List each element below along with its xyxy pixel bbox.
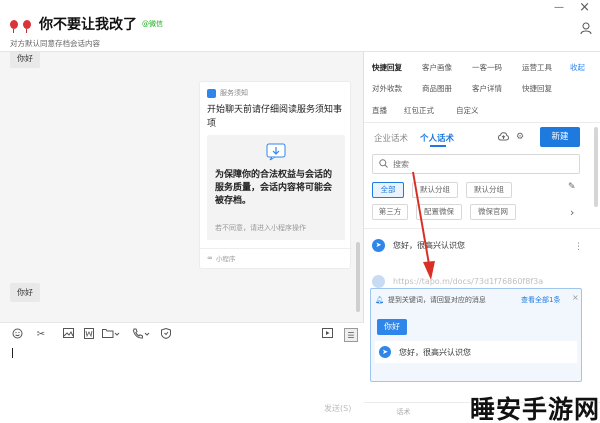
folder-icon[interactable] — [102, 328, 120, 342]
keyword-chip[interactable]: 你好 — [377, 319, 407, 335]
mini-program-label: 小程序 — [215, 255, 236, 263]
close-button[interactable]: × — [579, 0, 590, 15]
gear-icon[interactable]: ⚙ — [516, 132, 524, 142]
send-plane-icon: ➤ — [379, 346, 391, 358]
screenshot-scissors-icon[interactable]: ✂ — [34, 328, 48, 342]
panel-scrollbar[interactable] — [594, 127, 598, 207]
phone-icon[interactable] — [132, 328, 150, 342]
chip-all[interactable]: 全部 — [372, 182, 404, 198]
tab-one-code[interactable]: 一客一码 — [472, 62, 522, 73]
tool-tabs-row: 直播 红包正式 自定义 — [372, 105, 504, 116]
message-bubble[interactable]: 你好 — [10, 283, 40, 302]
mini-program-description: 为保障你的合法权益与会话的服务质量，会话内容将可能会被存档。 — [215, 170, 333, 206]
mini-program-header: 服务须知 — [207, 88, 248, 98]
archive-notice: 对方默认同意存档会话内容 — [10, 39, 100, 48]
message-input[interactable] — [0, 348, 364, 423]
chip-third-party[interactable]: 第三方 — [372, 204, 408, 220]
keyword-reply-popup: 🔔︎ 提到关键词，请回复对应的消息 查看全部1条 × 你好 ➤ 您好，很高兴认识… — [370, 288, 582, 382]
chevron-right-icon[interactable]: › — [570, 206, 574, 219]
tab-payment[interactable]: 对外收款 — [372, 83, 422, 94]
mini-program-title: 开始聊天前请仔细阅读服务须知事项 — [207, 105, 343, 129]
chat-title: 你不要让我改了 — [39, 17, 137, 33]
send-button[interactable]: 发送(S) — [324, 403, 351, 414]
message-bubble[interactable]: 你好 — [10, 52, 40, 68]
mini-program-card[interactable]: 服务须知 开始聊天前请仔细阅读服务须知事项 为保障你的合法权益与会话的服务质量，… — [199, 81, 352, 269]
chip-default-group-2[interactable]: 默认分组 — [466, 182, 512, 198]
active-tab-indicator — [430, 145, 446, 147]
close-popup-button[interactable]: × — [572, 293, 579, 302]
link-icon: ∞ — [207, 254, 213, 262]
mini-program-note: 若不同意，请进入小程序操作 — [215, 224, 306, 232]
tab-custom[interactable]: 自定义 — [456, 105, 504, 116]
collapse-link[interactable]: 收起 — [570, 62, 585, 73]
divider — [364, 122, 600, 123]
user-profile-icon[interactable] — [580, 22, 592, 38]
chip-weibao-site[interactable]: 微保官网 — [470, 204, 516, 220]
tab-quick-reply[interactable]: 快捷回复 — [372, 62, 422, 73]
script-tabs: 企业话术 个人话术 — [374, 132, 454, 144]
sidebar-toggle-icon[interactable]: ☰ — [344, 328, 358, 342]
edit-pencil-icon[interactable]: ✎ — [568, 182, 576, 192]
divider — [200, 248, 352, 249]
nav-tab-scripts[interactable]: 话术 — [364, 403, 443, 423]
tab-personal-scripts[interactable]: 个人话术 — [420, 132, 454, 144]
balloon-icon — [10, 19, 18, 33]
input-toolbar: ✂ ☰ — [0, 322, 364, 348]
title-row: 你不要让我改了 @微信 — [10, 14, 163, 34]
search-field — [372, 154, 580, 174]
tool-tabs-row: 对外收款 商品图册 客户详情 快捷回复 — [372, 83, 570, 94]
bell-icon: 🔔︎ — [375, 296, 384, 304]
red-arrow-annotation — [412, 171, 435, 280]
service-logo-icon — [207, 88, 216, 98]
tool-tabs-row: 快捷回复 客户画像 一客一码 运营工具 收起 — [372, 62, 585, 73]
tab-ops-tools[interactable]: 运营工具 — [522, 62, 570, 73]
download-bubble-icon — [264, 143, 288, 161]
tab-red-packet[interactable]: 红包正式 — [404, 105, 456, 116]
site-watermark: 睡安手游网 — [470, 395, 600, 423]
reply-hint-text: 提到关键词，请回复对应的消息 — [387, 296, 486, 304]
minimize-button[interactable]: — — [554, 2, 564, 13]
send-plane-icon: ➤ — [372, 238, 385, 252]
reply-hint: 🔔︎ 提到关键词，请回复对应的消息 — [375, 295, 486, 305]
more-options-icon[interactable]: ⋮ — [574, 242, 583, 252]
mini-program-footer: ∞ 小程序 — [207, 253, 235, 263]
suggested-reply-text: 您好，很高兴认识您 — [399, 347, 471, 357]
document-icon[interactable] — [82, 328, 96, 342]
divider — [364, 228, 600, 229]
chat-history[interactable]: 你好 服务须知 开始聊天前请仔细阅读服务须知事项 为保障你的合法权益与会话的服务… — [0, 52, 364, 322]
cloud-upload-icon[interactable] — [497, 132, 510, 144]
chat-header: 你不要让我改了 @微信 对方默认同意存档会话内容 — × — [0, 0, 600, 52]
mini-program-body: 为保障你的合法权益与会话的服务质量，会话内容将可能会被存档。 若不同意，请进入小… — [207, 135, 345, 240]
picture-icon[interactable] — [61, 328, 75, 342]
new-script-button[interactable]: 新建 — [540, 127, 580, 147]
mini-program-source: 服务须知 — [220, 89, 248, 97]
video-call-icon[interactable] — [320, 328, 334, 342]
tab-company-scripts[interactable]: 企业话术 — [374, 132, 408, 144]
tab-quick-reply-2[interactable]: 快捷回复 — [522, 83, 570, 94]
tab-customer-profile[interactable]: 客户画像 — [422, 62, 472, 73]
search-icon — [379, 159, 388, 171]
text-caret — [12, 348, 13, 358]
shield-icon[interactable] — [159, 327, 173, 342]
balloon-icon — [23, 19, 31, 33]
chat-scrollbar[interactable] — [356, 242, 360, 312]
link-avatar-icon — [372, 274, 385, 288]
suggested-reply[interactable]: ➤ 您好，很高兴认识您 — [375, 341, 577, 363]
tab-customer-detail[interactable]: 客户详情 — [472, 83, 522, 94]
tab-product-album[interactable]: 商品图册 — [422, 83, 472, 94]
tab-live[interactable]: 直播 — [372, 105, 404, 116]
emoji-icon[interactable] — [10, 328, 24, 342]
wechat-tag: @微信 — [142, 20, 163, 28]
sidebar-panel: 快捷回复 客户画像 一客一码 运营工具 收起 对外收款 商品图册 客户详情 快捷… — [364, 52, 600, 423]
view-all-link[interactable]: 查看全部1条 — [521, 295, 560, 305]
